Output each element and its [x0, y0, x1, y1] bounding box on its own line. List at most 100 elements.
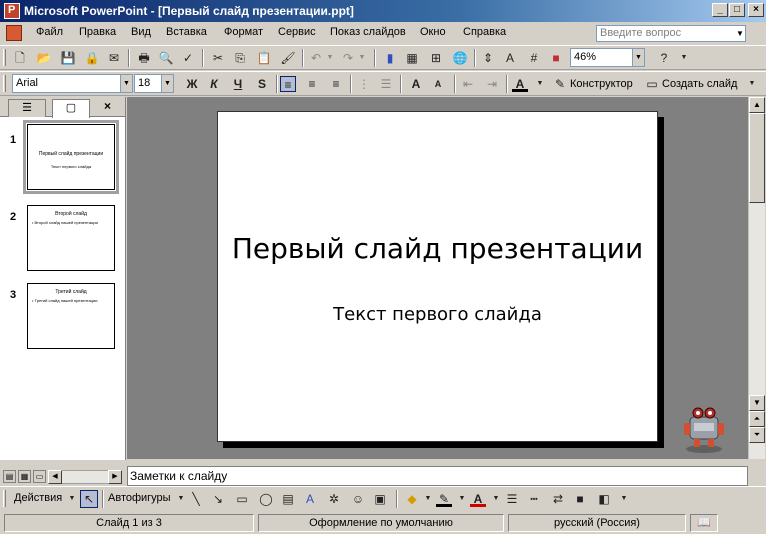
show-formatting-icon[interactable]: A [502, 50, 518, 66]
print-icon[interactable]: 🖶 [136, 50, 152, 66]
format-painter-icon[interactable]: 🖌 [280, 50, 296, 66]
arrow-style-icon[interactable]: ⇄ [550, 491, 566, 507]
wordart-icon[interactable]: A [302, 491, 318, 507]
tab-slides[interactable]: ▢ [52, 99, 90, 118]
toolbar-grip[interactable] [3, 490, 6, 507]
autoshapes-menu[interactable]: Автофигуры [108, 492, 171, 504]
italic-button[interactable]: К [206, 76, 222, 92]
insert-table-icon[interactable]: ▦ [404, 50, 420, 66]
slide-subtitle[interactable]: Текст первого слайда [218, 304, 657, 325]
help-question-input[interactable]: Введите вопрос [596, 25, 746, 42]
maximize-button[interactable]: □ [729, 3, 745, 17]
menu-file[interactable]: Файл [36, 26, 63, 38]
menu-format[interactable]: Формат [224, 26, 263, 38]
toolbar-options-icon[interactable]: ▼ [676, 50, 692, 66]
redo-dropdown-icon[interactable]: ▼ [354, 50, 370, 66]
zoom-dropdown-icon[interactable]: ▼ [632, 48, 645, 67]
previous-slide-icon[interactable]: ⏶ [749, 411, 765, 427]
new-slide-button[interactable]: Создать слайд [662, 78, 737, 90]
email-icon[interactable]: ✉ [106, 50, 122, 66]
horizontal-scrollbar[interactable]: ◀ ▶ [48, 470, 122, 484]
insert-chart-icon[interactable]: ▮ [382, 50, 398, 66]
font-size-dropdown-icon[interactable]: ▼ [161, 74, 174, 93]
oval-icon[interactable]: ◯ [258, 491, 274, 507]
rectangle-icon[interactable]: ▭ [234, 491, 250, 507]
line-style-icon[interactable]: ☰ [504, 491, 520, 507]
increase-font-icon[interactable]: A [408, 76, 424, 92]
vertical-scrollbar[interactable]: ▲ ▼ ⏶ ⏷ [748, 97, 765, 459]
menu-window[interactable]: Окно [420, 26, 446, 38]
spelling-icon[interactable]: ✓ [180, 50, 196, 66]
scroll-down-icon[interactable]: ▼ [749, 395, 765, 411]
line-color-icon[interactable]: ✎ [436, 491, 452, 507]
align-center-icon[interactable]: ≡ [304, 76, 320, 92]
insert-picture-icon[interactable]: ▣ [372, 491, 388, 507]
current-slide[interactable]: Первый слайд презентации Текст первого с… [217, 111, 658, 442]
clipart-icon[interactable]: ☺ [350, 491, 366, 507]
undo-dropdown-icon[interactable]: ▼ [322, 50, 338, 66]
scroll-thumb[interactable] [749, 113, 765, 203]
toolbar-grip[interactable] [3, 49, 6, 66]
spelling-status-icon[interactable]: 📖 [690, 514, 718, 532]
align-left-icon[interactable]: ≡ [280, 76, 296, 92]
diagram-icon[interactable]: ✲ [326, 491, 342, 507]
decrease-font-icon[interactable]: A [430, 76, 446, 92]
menu-view[interactable]: Вид [131, 26, 151, 38]
increase-indent-icon[interactable]: ⇥ [484, 76, 500, 92]
scroll-up-icon[interactable]: ▲ [749, 97, 765, 113]
font-color-dropdown-icon[interactable]: ▼ [532, 76, 548, 92]
font-dropdown-icon[interactable]: ▼ [120, 74, 133, 93]
slideshow-view-icon[interactable]: ▭ [33, 470, 46, 483]
slide-thumbnail[interactable]: Третий слайд • Третий слайд нашей презен… [27, 283, 115, 349]
shadow-button[interactable]: S [254, 76, 270, 92]
minimize-button[interactable]: _ [712, 3, 728, 17]
shadow-style-icon[interactable]: ■ [572, 491, 588, 507]
new-document-icon[interactable]: 🗋 [12, 50, 28, 66]
cut-icon[interactable]: ✂ [210, 50, 226, 66]
autoshapes-dropdown-icon[interactable]: ▼ [173, 491, 189, 507]
fill-color-icon[interactable]: ◆ [404, 491, 420, 507]
document-icon[interactable] [6, 25, 22, 41]
tables-borders-icon[interactable]: ⊞ [428, 50, 444, 66]
menu-edit[interactable]: Правка [79, 26, 116, 38]
align-right-icon[interactable]: ≡ [328, 76, 344, 92]
permission-icon[interactable]: 🔒 [84, 50, 100, 66]
bullets-icon[interactable]: ☰ [378, 76, 394, 92]
line-color-dropdown-icon[interactable]: ▼ [454, 491, 470, 507]
actions-menu[interactable]: Действия [14, 492, 62, 504]
toolbar-grip[interactable] [3, 75, 6, 92]
text-color-icon[interactable]: A [470, 491, 486, 507]
status-design[interactable]: Оформление по умолчанию [258, 514, 504, 532]
scroll-left-icon[interactable]: ◀ [48, 470, 62, 484]
select-objects-icon[interactable]: ↖ [80, 490, 98, 508]
powerpoint-app-icon[interactable] [4, 3, 20, 19]
toolbar-options-icon[interactable]: ▼ [616, 491, 632, 507]
save-icon[interactable]: 💾 [60, 50, 76, 66]
next-slide-icon[interactable]: ⏷ [749, 427, 765, 443]
underline-button[interactable]: Ч [230, 76, 246, 92]
close-button[interactable]: × [748, 3, 764, 17]
normal-view-icon[interactable]: ▤ [3, 470, 16, 483]
slide-thumbnail[interactable]: Первый слайд презентации Текст первого с… [23, 120, 119, 194]
insert-hyperlink-icon[interactable]: 🌐 [452, 50, 468, 66]
color-grayscale-icon[interactable]: ■ [548, 50, 564, 66]
new-slide-icon[interactable]: ▭ [644, 76, 660, 92]
slide-thumbnail[interactable]: Второй слайд • Второй слайд нашей презен… [27, 205, 115, 271]
text-color-dropdown-icon[interactable]: ▼ [488, 491, 504, 507]
numbering-icon[interactable]: ⋮ [356, 76, 372, 92]
show-grid-icon[interactable]: # [526, 50, 542, 66]
notes-pane[interactable]: Заметки к слайду [127, 466, 748, 486]
print-preview-icon[interactable]: 🔍 [158, 50, 174, 66]
designer-button[interactable]: Конструктор [570, 78, 633, 90]
paste-icon[interactable]: 📋 [256, 50, 272, 66]
menu-insert[interactable]: Вставка [166, 26, 207, 38]
slide-sorter-view-icon[interactable]: ▦ [18, 470, 31, 483]
scroll-right-icon[interactable]: ▶ [108, 470, 122, 484]
menu-help[interactable]: Справка [463, 26, 506, 38]
open-folder-icon[interactable]: 📂 [36, 50, 52, 66]
help-dropdown-arrow-icon[interactable]: ▼ [734, 25, 746, 42]
office-assistant-icon[interactable] [678, 403, 730, 455]
font-color-icon[interactable]: A [512, 76, 528, 92]
menu-tools[interactable]: Сервис [278, 26, 316, 38]
slide-title[interactable]: Первый слайд презентации [218, 232, 657, 265]
